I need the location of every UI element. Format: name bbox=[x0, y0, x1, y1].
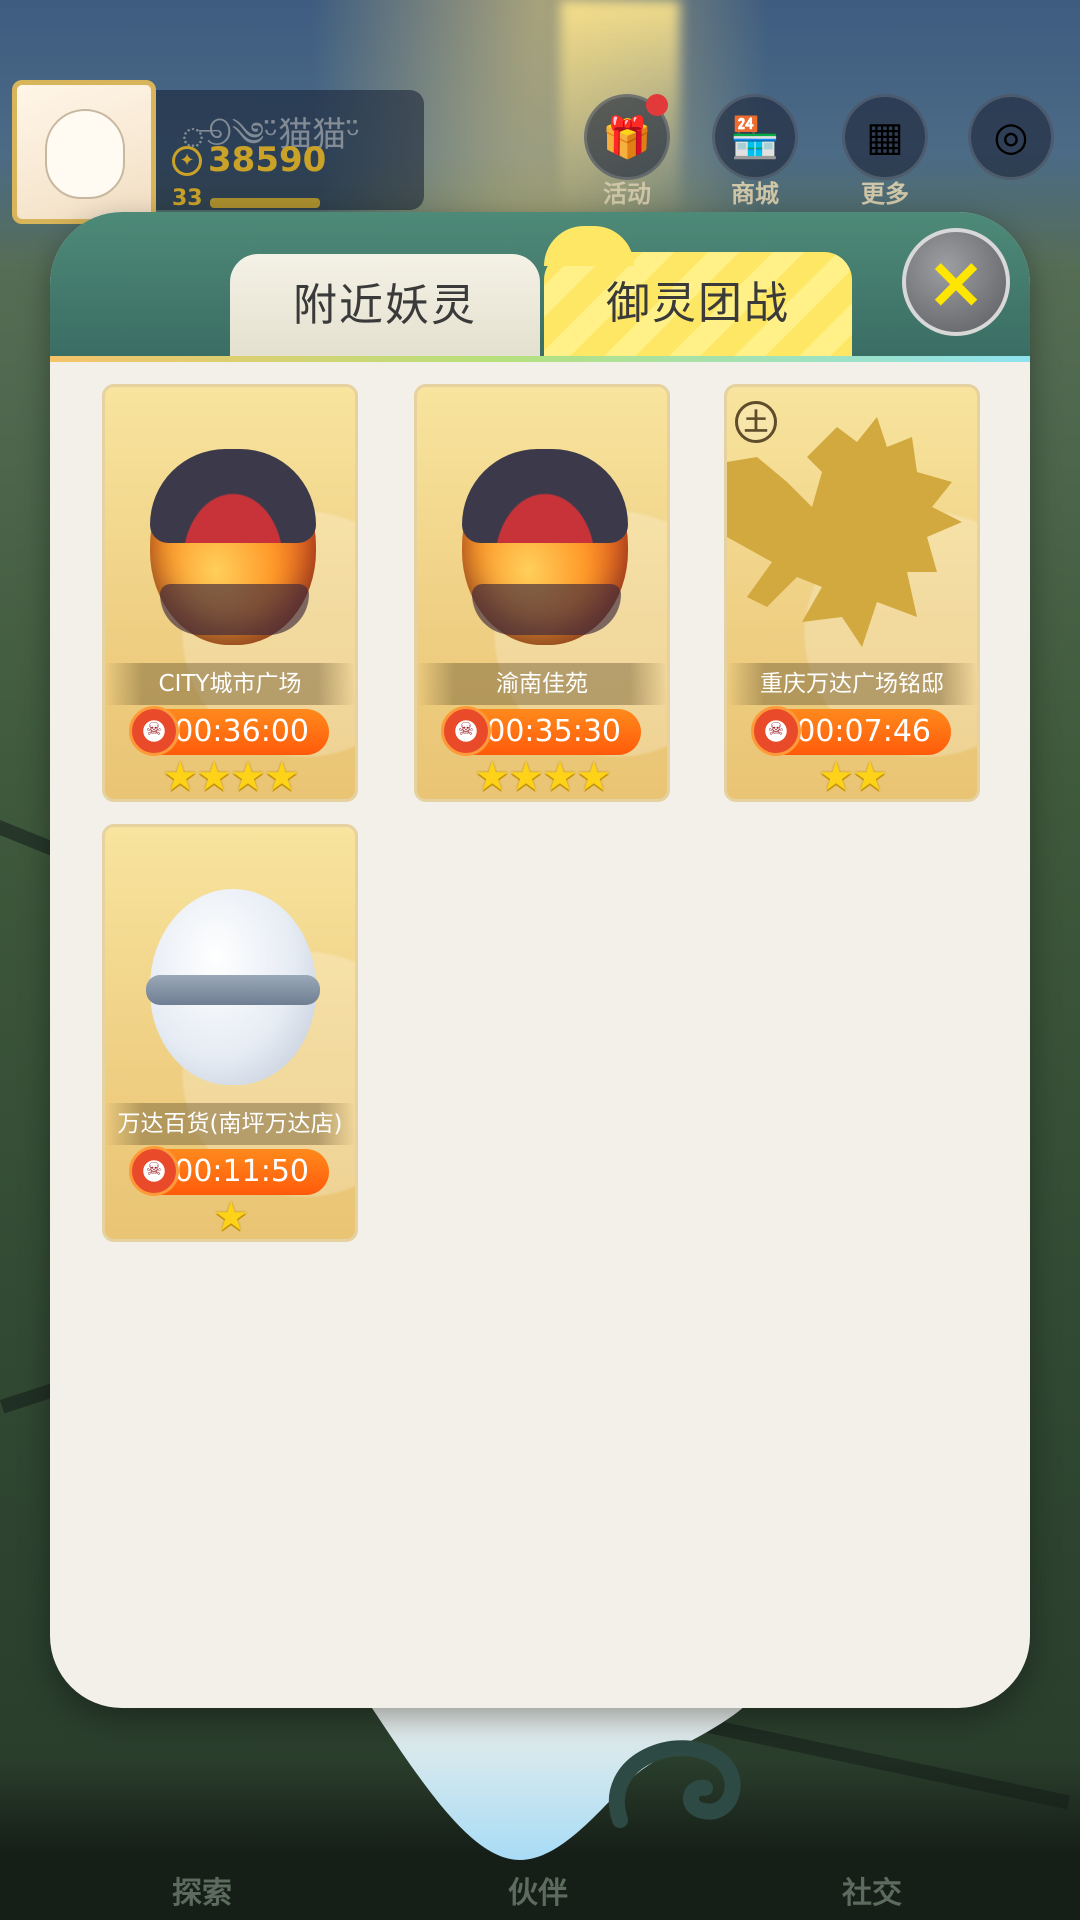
nav-social[interactable]: 社交 bbox=[842, 1868, 902, 1912]
raid-art bbox=[105, 827, 355, 1107]
modal-header bbox=[50, 212, 1030, 358]
more-label: 更多 bbox=[861, 180, 909, 208]
coin-icon: ✦ bbox=[172, 146, 202, 176]
close-icon: × bbox=[925, 240, 987, 324]
raid-card[interactable]: 渝南佳苑 ☠ 00:35:30 ★★★★ bbox=[414, 384, 670, 802]
player-avatar[interactable] bbox=[12, 80, 156, 224]
more-button[interactable]: ▦ 更多 bbox=[840, 94, 930, 209]
raid-location: 重庆万达广场铭邸 bbox=[727, 663, 977, 705]
player-level: 33 bbox=[172, 186, 203, 211]
raid-stars: ★★★★ bbox=[474, 754, 611, 800]
coin-count: 38590 bbox=[208, 140, 327, 180]
notification-dot bbox=[646, 94, 668, 116]
raid-stars: ★ bbox=[213, 1194, 249, 1240]
nav-explore[interactable]: 探索 bbox=[172, 1868, 232, 1912]
boss-skull-icon: ☠ bbox=[441, 706, 491, 756]
boss-skull-icon: ☠ bbox=[129, 706, 179, 756]
fire-egg-icon bbox=[462, 449, 628, 645]
raid-stars: ★★ bbox=[818, 754, 888, 800]
shop-icon: 🏪 bbox=[712, 94, 798, 180]
raid-stars: ★★★★ bbox=[162, 754, 299, 800]
raid-art bbox=[105, 387, 355, 667]
tab-raid-battles[interactable]: 御灵团战 bbox=[544, 226, 852, 360]
fire-egg-icon bbox=[150, 449, 316, 645]
shop-label: 商城 bbox=[731, 180, 779, 208]
boss-skull-icon: ☠ bbox=[751, 706, 801, 756]
nav-partner[interactable]: 伙伴 bbox=[508, 1868, 568, 1912]
activity-button[interactable]: 🎁 活动 bbox=[582, 94, 672, 209]
raid-art: 土 bbox=[727, 387, 977, 667]
avatar-face bbox=[45, 109, 125, 199]
earth-element-icon: 土 bbox=[735, 401, 777, 443]
raid-timer-text: 00:36:00 bbox=[174, 714, 309, 749]
raid-timer-text: 00:11:50 bbox=[174, 1154, 309, 1189]
raid-list-modal: 附近妖灵 御灵团战 × CITY城市广场 ☠ 00:36:00 ★★★★ 渝南佳… bbox=[50, 212, 1030, 1708]
silver-egg-icon bbox=[146, 889, 320, 1085]
raid-location: CITY城市广场 bbox=[105, 663, 355, 705]
raid-location: 渝南佳苑 bbox=[417, 663, 667, 705]
raid-location: 万达百货(南坪万达店) bbox=[105, 1103, 355, 1145]
compass-icon: ◎ bbox=[968, 94, 1054, 180]
modal-tail bbox=[360, 1690, 760, 1860]
boss-skull-icon: ☠ bbox=[129, 1146, 179, 1196]
raid-timer-text: 00:07:46 bbox=[796, 714, 931, 749]
raid-card[interactable]: 土 重庆万达广场铭邸 ☠ 00:07:46 ★★ bbox=[724, 384, 980, 802]
close-button[interactable]: × bbox=[902, 228, 1010, 336]
activity-label: 活动 bbox=[603, 180, 651, 208]
raid-card[interactable]: 万达百货(南坪万达店) ☠ 00:11:50 ★ bbox=[102, 824, 358, 1242]
tab-nearby-spirits[interactable]: 附近妖灵 bbox=[230, 254, 540, 358]
raid-art bbox=[417, 387, 667, 667]
shop-button[interactable]: 🏪 商城 bbox=[710, 94, 800, 209]
raid-timer: ☠ 00:35:30 bbox=[441, 706, 641, 756]
raid-card[interactable]: CITY城市广场 ☠ 00:36:00 ★★★★ bbox=[102, 384, 358, 802]
level-progress-bar bbox=[210, 198, 320, 208]
compass-button[interactable]: ◎ bbox=[966, 94, 1056, 180]
grid-icon: ▦ bbox=[842, 94, 928, 180]
raid-timer: ☠ 00:07:46 bbox=[751, 706, 951, 756]
raid-timer-text: 00:35:30 bbox=[486, 714, 621, 749]
raid-timer: ☠ 00:11:50 bbox=[129, 1146, 329, 1196]
header-divider bbox=[50, 356, 1030, 362]
raid-timer: ☠ 00:36:00 bbox=[129, 706, 329, 756]
